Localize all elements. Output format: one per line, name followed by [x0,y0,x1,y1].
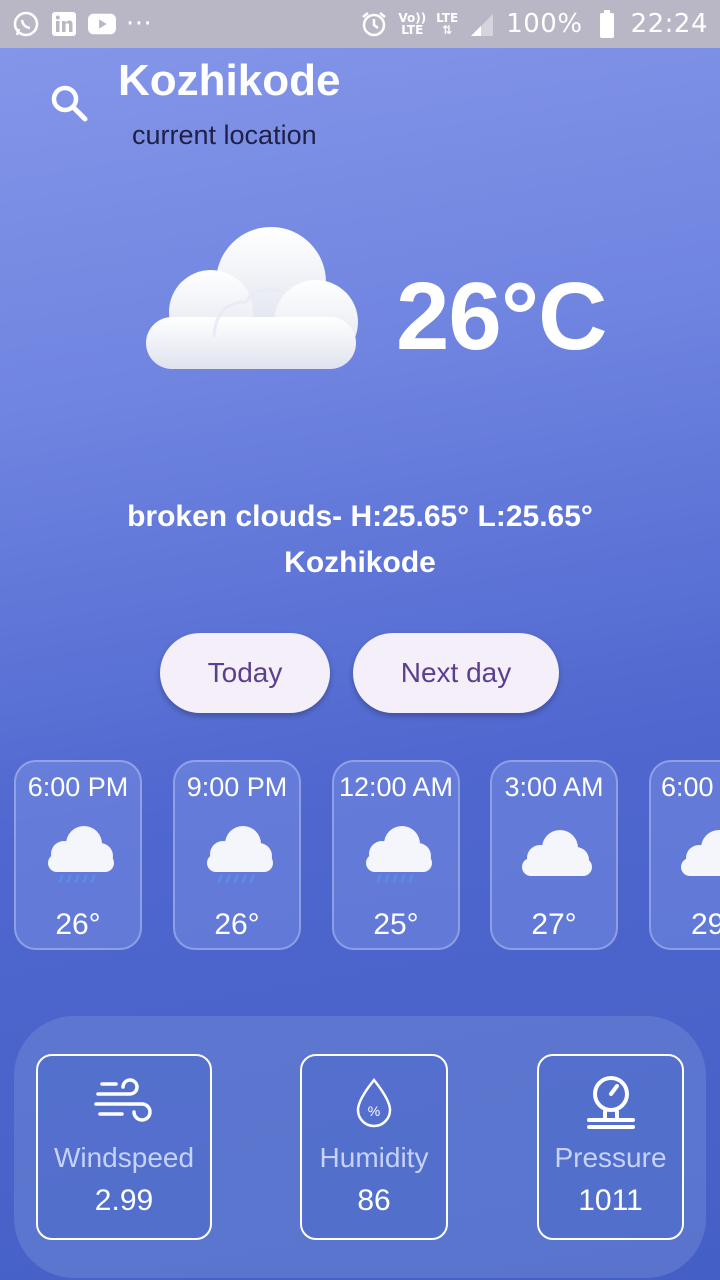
humidity-value: 86 [357,1184,391,1217]
hour-temp: 26° [214,908,260,941]
hour-time: 9:00 PM [186,772,288,802]
hourly-card[interactable]: 12:00 AM 25° [332,760,460,950]
overflow-dots: ··· [126,9,153,39]
hourly-forecast-list[interactable]: 6:00 PM 26° 9:00 PM 26° 12:00 AM 25° 3:0… [0,758,720,952]
youtube-icon [88,10,116,38]
humidity-drop-icon: % [342,1072,406,1132]
humidity-label: Humidity [319,1142,429,1173]
location-subtitle: current location [132,120,317,150]
status-bar-notifications: ··· [12,9,152,39]
hour-time: 3:00 AM [504,772,604,802]
alarm-icon [360,10,388,38]
hourly-card[interactable]: 6:00 PM 26° [14,760,142,950]
hour-time: 6:00 [661,772,714,802]
windspeed-label: Windspeed [53,1142,195,1173]
battery-icon [593,10,621,38]
current-temperature: 26°C [396,263,607,370]
pressure-gauge-icon [579,1072,643,1132]
wind-icon [92,1072,156,1132]
hourly-card[interactable]: 6:00 29 [649,760,720,950]
linkedin-icon [50,10,78,38]
hour-temp: 26° [55,908,101,941]
next-day-button[interactable]: Next day [353,633,559,713]
pressure-value: 1011 [578,1184,643,1217]
city-title: Kozhikode [118,56,341,105]
cloud-icon [136,222,366,382]
weather-description: broken clouds- H:25.65° L:25.65° [127,500,593,533]
rain-cloud-icon [358,820,438,890]
hourly-card[interactable]: 3:00 AM 27° [490,760,618,950]
hour-temp: 27° [531,908,577,941]
pressure-card: Pressure 1011 [537,1054,684,1240]
pressure-label: Pressure [554,1142,667,1173]
clock: 22:24 [630,9,708,39]
search-button[interactable] [48,82,90,124]
search-icon [51,85,88,122]
signal-icon [468,10,496,38]
status-bar: ··· Vo)) LTE LTE ⇅ 100% 22:24 [0,0,720,48]
hourly-card[interactable]: 9:00 PM 26° [173,760,301,950]
battery-percent: 100% [506,9,583,39]
cloud-icon [675,820,720,890]
windspeed-card: Windspeed 2.99 [36,1054,212,1240]
hour-time: 6:00 PM [27,772,129,802]
hour-time: 12:00 AM [338,772,454,802]
hour-temp: 29 [691,908,720,941]
whatsapp-icon [12,10,40,38]
weather-details-panel: Windspeed 2.99 % Humidity 86 Pressure 10… [14,1016,706,1278]
data-arrows-icon: ⇅ [442,23,453,37]
humidity-card: % Humidity 86 [300,1054,448,1240]
status-bar-system: Vo)) LTE LTE ⇅ 100% 22:24 [360,9,708,39]
hour-temp: 25° [373,908,419,941]
windspeed-value: 2.99 [94,1184,154,1217]
svg-text:%: % [368,1103,380,1119]
volte-indicator: Vo)) LTE [398,11,427,37]
cloud-icon [516,820,596,890]
today-button[interactable]: Today [160,633,330,713]
lte-indicator: LTE ⇅ [436,11,459,37]
rain-cloud-icon [199,820,279,890]
rain-cloud-icon [40,820,120,890]
weather-city: Kozhikode [284,546,436,579]
